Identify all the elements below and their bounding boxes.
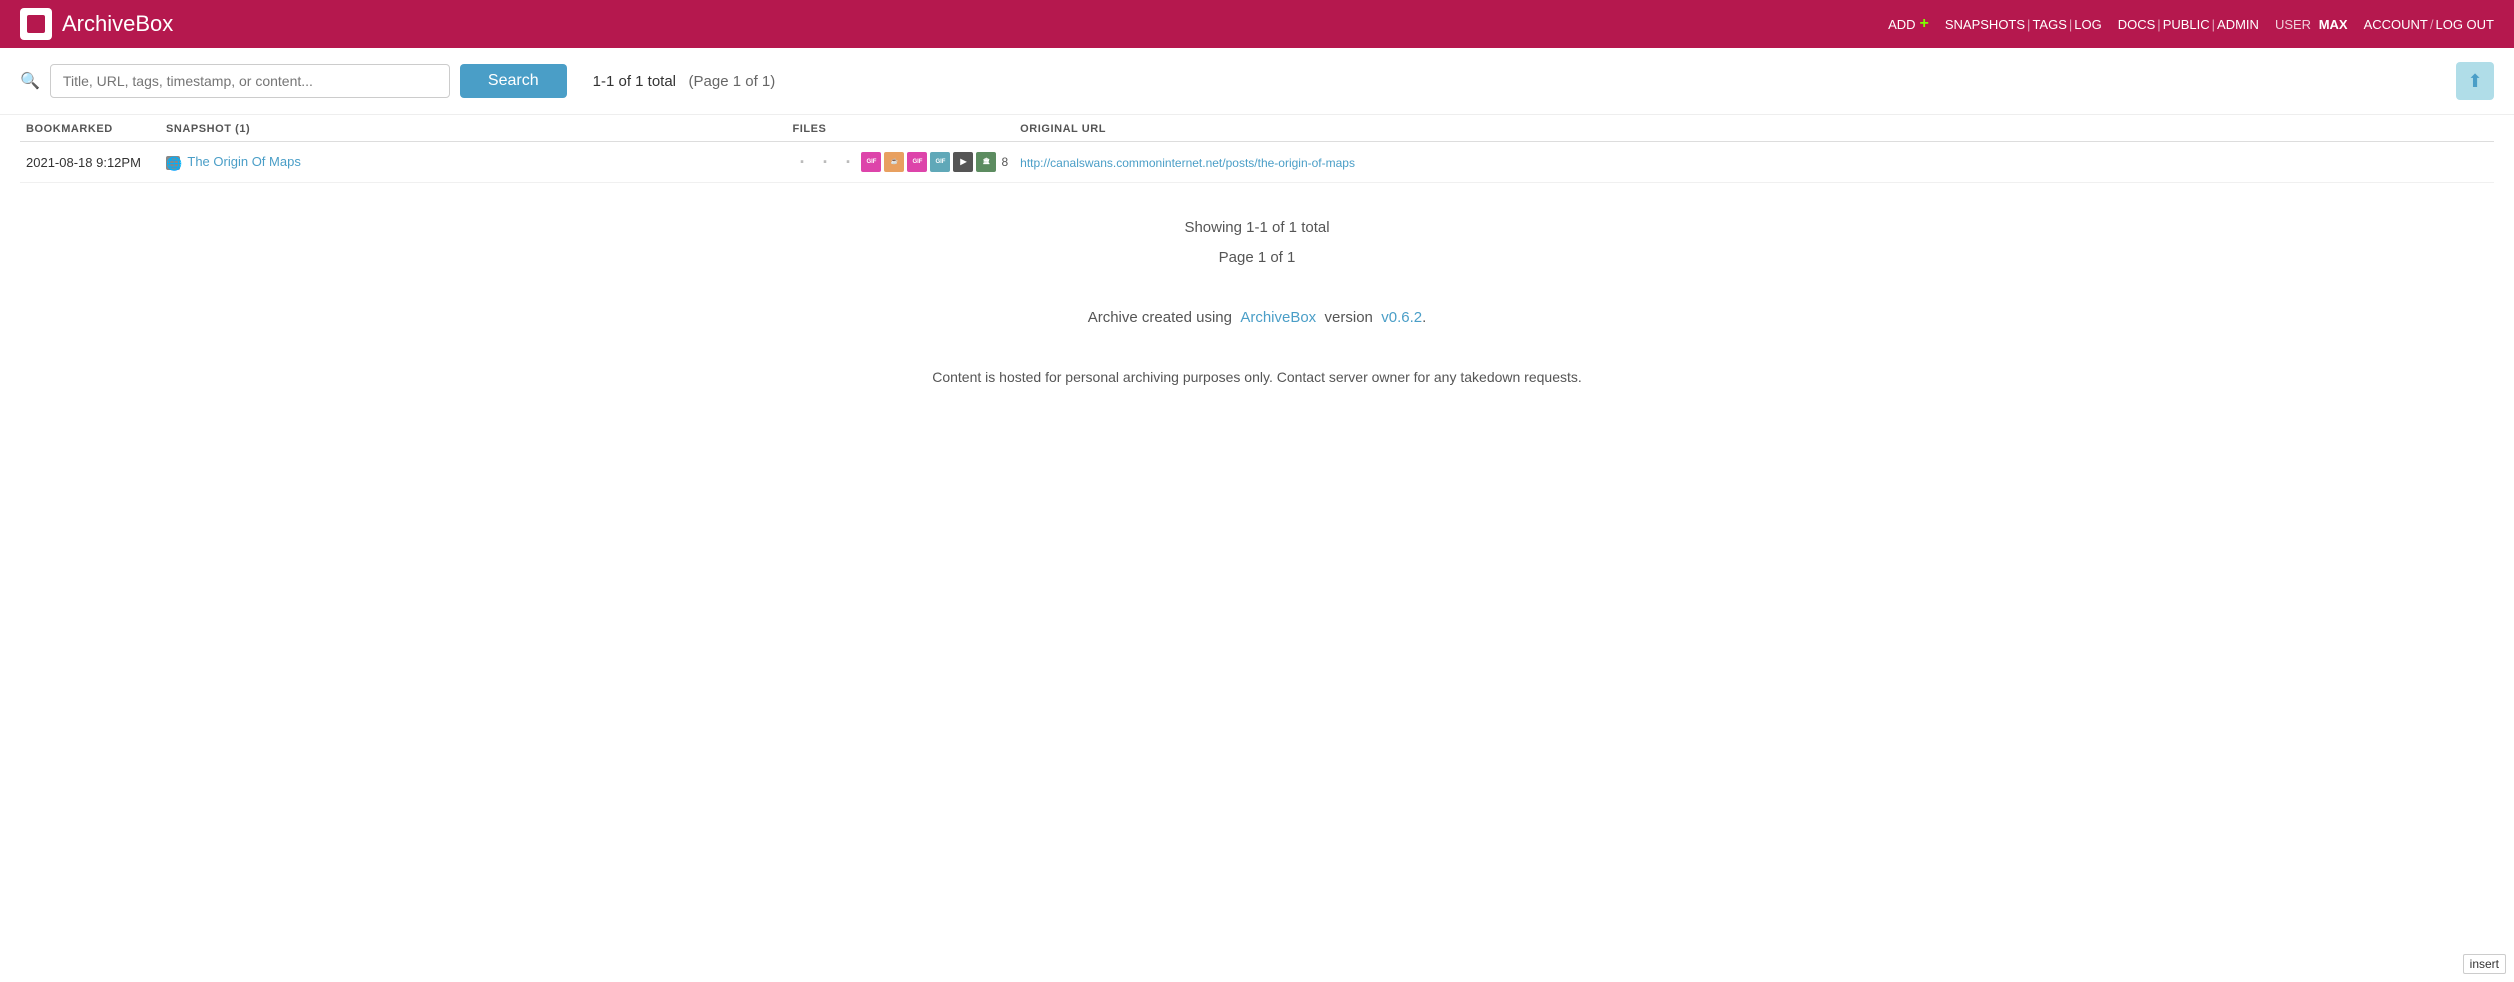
archivebox-link[interactable]: ArchiveBox bbox=[1240, 309, 1316, 326]
plus-icon: + bbox=[1920, 15, 1929, 33]
search-button[interactable]: Search bbox=[460, 64, 567, 98]
file-icon-dot1: · bbox=[792, 152, 812, 172]
cell-snapshot: 🌐 The Origin Of Maps bbox=[160, 142, 786, 183]
account-group: ACCOUNT / LOG OUT bbox=[2364, 17, 2494, 32]
file-icon-dot3: · bbox=[838, 152, 858, 172]
search-input[interactable] bbox=[50, 64, 450, 98]
table-row: 2021-08-18 9:12PM 🌐 The Origin Of Maps ·… bbox=[20, 142, 2494, 183]
sep3: | bbox=[2157, 17, 2160, 32]
file-icon-archive: 🏛 bbox=[976, 152, 996, 172]
logo-icon bbox=[20, 8, 52, 40]
file-icon-dot2: · bbox=[815, 152, 835, 172]
file-icon-gif1: GIF bbox=[861, 152, 881, 172]
sep1: | bbox=[2027, 17, 2030, 32]
public-link[interactable]: PUBLIC bbox=[2163, 17, 2210, 32]
docs-group: DOCS | PUBLIC | ADMIN bbox=[2118, 17, 2259, 32]
cell-files: · · · GIF ☕ GIF GIF ▶ 🏛 8 bbox=[786, 142, 1014, 183]
showing-line1: Showing 1-1 of 1 total bbox=[20, 213, 2494, 243]
results-table-container: BOOKMARKED SNAPSHOT (1) FILES ORIGINAL U… bbox=[0, 115, 2514, 183]
tags-link[interactable]: TAGS bbox=[2032, 17, 2066, 32]
upload-button[interactable]: ⬆ bbox=[2456, 62, 2494, 100]
file-count: 8 bbox=[1001, 155, 1008, 169]
snapshot-link[interactable]: The Origin Of Maps bbox=[187, 154, 300, 169]
col-header-bookmarked: BOOKMARKED bbox=[20, 115, 160, 142]
file-icon-media: ▶ bbox=[953, 152, 973, 172]
insert-badge: insert bbox=[2463, 954, 2506, 974]
original-url-link[interactable]: http://canalswans.commoninternet.net/pos… bbox=[1020, 156, 1355, 170]
search-icon: 🔍 bbox=[20, 71, 40, 91]
snapshots-group: SNAPSHOTS | TAGS | LOG bbox=[1945, 17, 2102, 32]
col-header-snapshot: SNAPSHOT (1) bbox=[160, 115, 786, 142]
logout-link[interactable]: LOG OUT bbox=[2435, 17, 2494, 32]
logo-text: ArchiveBox bbox=[62, 11, 173, 37]
app-header: ArchiveBox ADD + SNAPSHOTS | TAGS | LOG … bbox=[0, 0, 2514, 48]
main-nav: ADD + SNAPSHOTS | TAGS | LOG DOCS | PUBL… bbox=[1888, 15, 2494, 33]
cell-bookmarked: 2021-08-18 9:12PM bbox=[20, 142, 160, 183]
results-text: 1-1 of 1 total bbox=[593, 73, 676, 90]
page-text: (Page 1 of 1) bbox=[689, 73, 776, 90]
add-link[interactable]: ADD bbox=[1888, 17, 1915, 32]
table-body: 2021-08-18 9:12PM 🌐 The Origin Of Maps ·… bbox=[20, 142, 2494, 183]
snapshots-link[interactable]: SNAPSHOTS bbox=[1945, 17, 2025, 32]
col-header-files: FILES bbox=[786, 115, 1014, 142]
file-icon-gif2: GIF bbox=[907, 152, 927, 172]
sep4: | bbox=[2212, 17, 2215, 32]
hosting-note: Content is hosted for personal archiving… bbox=[20, 363, 2494, 391]
admin-link[interactable]: ADMIN bbox=[2217, 17, 2259, 32]
sep2: | bbox=[2069, 17, 2072, 32]
results-table: BOOKMARKED SNAPSHOT (1) FILES ORIGINAL U… bbox=[20, 115, 2494, 183]
logo-link[interactable]: ArchiveBox bbox=[20, 8, 173, 40]
sep5: / bbox=[2430, 17, 2434, 32]
search-bar: 🔍 Search 1-1 of 1 total (Page 1 of 1) ⬆ bbox=[0, 48, 2514, 115]
col-header-url: ORIGINAL URL bbox=[1014, 115, 2494, 142]
docs-link[interactable]: DOCS bbox=[2118, 17, 2156, 32]
user-name: MAX bbox=[2319, 17, 2348, 32]
archive-info: Archive created using ArchiveBox version… bbox=[20, 303, 2494, 333]
results-count: 1-1 of 1 total (Page 1 of 1) bbox=[593, 73, 776, 90]
file-icon-warc: ☕ bbox=[884, 152, 904, 172]
showing-line2: Page 1 of 1 bbox=[20, 243, 2494, 273]
account-link[interactable]: ACCOUNT bbox=[2364, 17, 2428, 32]
table-header: BOOKMARKED SNAPSHOT (1) FILES ORIGINAL U… bbox=[20, 115, 2494, 142]
user-prefix: USER bbox=[2275, 17, 2311, 32]
log-link[interactable]: LOG bbox=[2074, 17, 2101, 32]
favicon-icon: 🌐 bbox=[166, 156, 180, 170]
footer-content: Showing 1-1 of 1 total Page 1 of 1 Archi… bbox=[0, 183, 2514, 411]
logo-inner bbox=[27, 15, 45, 33]
cell-url: http://canalswans.commoninternet.net/pos… bbox=[1014, 142, 2494, 183]
file-icon-gif3: GIF bbox=[930, 152, 950, 172]
user-group: USER MAX bbox=[2275, 17, 2348, 32]
add-nav-group: ADD + bbox=[1888, 15, 1929, 33]
version-text: version bbox=[1325, 309, 1373, 326]
archive-text: Archive created using bbox=[1088, 309, 1232, 326]
version-link[interactable]: v0.6.2 bbox=[1381, 309, 1422, 326]
file-icons-group: · · · GIF ☕ GIF GIF ▶ 🏛 8 bbox=[792, 152, 1008, 172]
period: . bbox=[1422, 309, 1426, 326]
